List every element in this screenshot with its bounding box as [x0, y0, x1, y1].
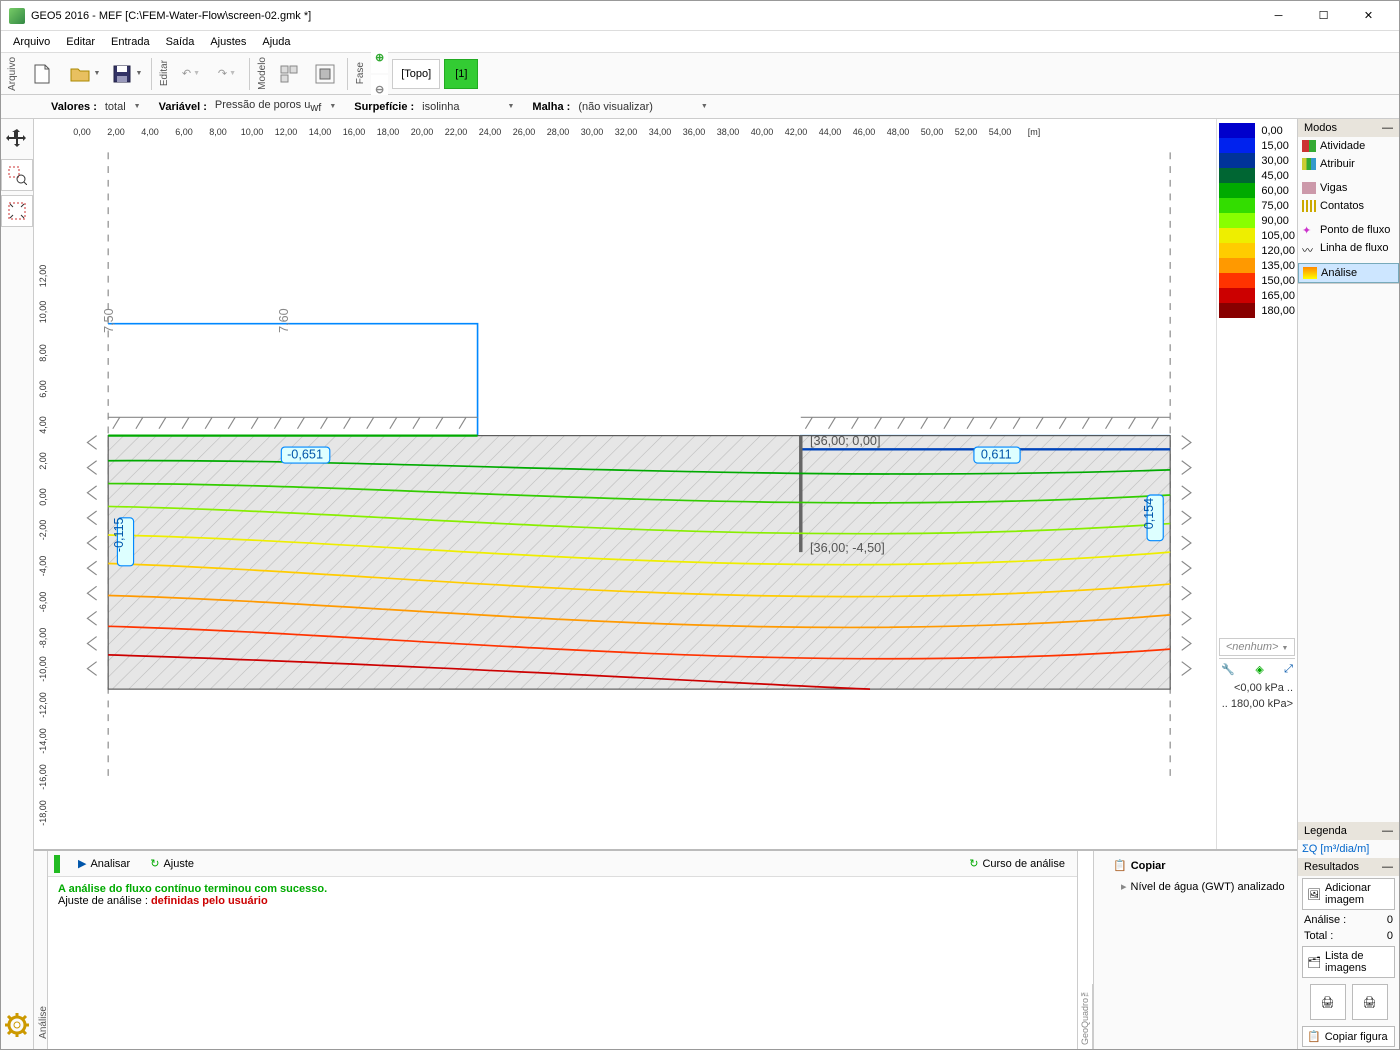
svg-text:[36,00; 0,00]: [36,00; 0,00] — [810, 434, 880, 448]
svg-text:0,611: 0,611 — [981, 448, 1012, 462]
collapse-icon[interactable]: — — [1382, 861, 1393, 873]
menu-saida[interactable]: Saída — [158, 34, 203, 50]
valores-value[interactable]: total — [101, 101, 130, 113]
viewport[interactable]: 0,002,004,006,008,0010,0012,0014,0016,00… — [34, 119, 1216, 849]
legend-tool-target[interactable]: ◈ — [1255, 663, 1263, 676]
svg-text:7,60: 7,60 — [277, 308, 291, 332]
ruler-horizontal: 0,002,004,006,008,0010,0012,0014,0016,00… — [62, 119, 1216, 141]
open-file-button[interactable]: ▼ — [64, 57, 104, 91]
malha-label: Malha : — [532, 101, 570, 113]
app-icon — [9, 8, 25, 24]
svg-text:-0,115: -0,115 — [112, 517, 126, 552]
copiar-figura-button[interactable]: 📋 Copiar figura — [1302, 1026, 1395, 1047]
menu-entrada[interactable]: Entrada — [103, 34, 158, 50]
svg-text:[36,00; -4,50]: [36,00; -4,50] — [810, 541, 885, 555]
stage-topo[interactable]: [Topo] — [392, 59, 440, 89]
model-button-1[interactable] — [272, 57, 306, 91]
menu-bar: Arquivo Editar Entrada Saída Ajustes Aju… — [1, 31, 1399, 53]
legenda-head: Legenda— — [1298, 822, 1399, 840]
message-body: A análise do fluxo contínuo terminou com… — [48, 877, 1077, 1049]
group-modelo-label: Modelo — [255, 53, 270, 94]
copy-icon: 📋 — [1113, 859, 1127, 872]
curso-button[interactable]: ↻Curso de análise — [963, 855, 1071, 872]
menu-arquivo[interactable]: Arquivo — [5, 34, 58, 50]
collapse-icon[interactable]: — — [1382, 122, 1393, 134]
valores-label: Valores : — [51, 101, 97, 113]
copy-gwt-item[interactable]: ▸Nível de água (GWT) analizado — [1107, 876, 1297, 897]
undo-button[interactable]: ↶▼ — [174, 57, 208, 91]
malha-value[interactable]: (não visualizar) — [574, 101, 657, 113]
group-fase-label: Fase — [353, 58, 368, 88]
ruler-vertical: -18,00-16,00-14,00-12,00-10,00-8,00-6,00… — [34, 141, 62, 849]
menu-editar[interactable]: Editar — [58, 34, 103, 50]
menu-ajustes[interactable]: Ajustes — [202, 34, 254, 50]
stage-1[interactable]: [1] — [444, 59, 478, 89]
resultados-head: Resultados— — [1298, 858, 1399, 876]
ajuste-button[interactable]: ↻Ajuste — [144, 855, 200, 872]
model-button-2[interactable] — [308, 57, 342, 91]
surpeficie-value[interactable]: isolinha — [418, 101, 463, 113]
pan-tool[interactable] — [1, 123, 33, 155]
zoom-tool[interactable] — [1, 159, 33, 191]
variavel-value[interactable]: Pressão de poros uwf — [211, 99, 325, 114]
color-legend: 0,0015,0030,0045,0060,0075,0090,00105,00… — [1216, 119, 1297, 849]
copy-panel: 📋Copiar ▸Nível de água (GWT) analizado — [1107, 851, 1297, 1049]
save-file-button[interactable]: ▼ — [106, 57, 146, 91]
fit-tool[interactable] — [1, 195, 33, 227]
new-file-button[interactable] — [22, 57, 62, 91]
mode-ponto-fluxo[interactable]: ✦Ponto de fluxo — [1298, 221, 1399, 239]
mode-linha-fluxo[interactable]: 〰Linha de fluxo — [1298, 239, 1399, 257]
surpeficie-label: Surpefície : — [354, 101, 414, 113]
window-title: GEO5 2016 - MEF [C:\FEM-Water-Flow\scree… — [31, 10, 1256, 22]
variavel-label: Variável : — [159, 101, 207, 113]
maximize-button[interactable]: ☐ — [1301, 2, 1346, 30]
group-arquivo-label: Arquivo — [5, 53, 20, 95]
adicionar-imagem-button[interactable]: 🖼 Adicionar imagem — [1302, 878, 1395, 910]
redo-button[interactable]: ↷▼ — [210, 57, 244, 91]
print-button-1[interactable]: 🖨 — [1310, 984, 1346, 1020]
settings-gear[interactable] — [1, 1009, 33, 1041]
legend-none-select[interactable]: <nenhum> ▼ — [1219, 638, 1295, 656]
add-stage-button[interactable]: ⊕ — [371, 43, 388, 73]
mode-atividade[interactable]: Atividade — [1298, 137, 1399, 155]
collapse-icon[interactable]: — — [1382, 825, 1393, 837]
svg-text:0,154: 0,154 — [1142, 498, 1156, 529]
legend-tool-expand[interactable]: ⤢ — [1284, 663, 1293, 676]
mode-analise[interactable]: Análise — [1298, 263, 1399, 283]
mode-vigas[interactable]: Vigas — [1298, 179, 1399, 197]
svg-text:7,50: 7,50 — [102, 308, 116, 332]
status-indicator — [54, 855, 60, 873]
analise-tab-label: Análise — [36, 1000, 51, 1045]
geoquadro-label: GeoQuadro™ — [1078, 984, 1093, 1049]
svg-text:-0,651: -0,651 — [287, 448, 323, 462]
mode-contatos[interactable]: Contatos — [1298, 197, 1399, 215]
analisar-button[interactable]: ▶Analisar — [72, 855, 136, 872]
menu-ajuda[interactable]: Ajuda — [254, 34, 298, 50]
legend-range-lo: <0,00 kPa .. — [1219, 680, 1295, 696]
lista-imagens-button[interactable]: 🗂 Lista de imagens — [1302, 946, 1395, 978]
legend-tool-wrench[interactable]: 🔧 — [1221, 663, 1235, 676]
minimize-button[interactable]: ─ — [1256, 2, 1301, 30]
modos-head: Modos— — [1298, 119, 1399, 137]
mode-atribuir[interactable]: Atribuir — [1298, 155, 1399, 173]
legenda-sigma: ΣQ [m³/dia/m] — [1298, 840, 1399, 858]
close-button[interactable]: ✕ — [1346, 2, 1391, 30]
print-button-2[interactable]: 🖨 — [1352, 984, 1388, 1020]
legend-range-hi: .. 180,00 kPa> — [1219, 696, 1295, 712]
group-editar-label: Editar — [157, 56, 172, 90]
